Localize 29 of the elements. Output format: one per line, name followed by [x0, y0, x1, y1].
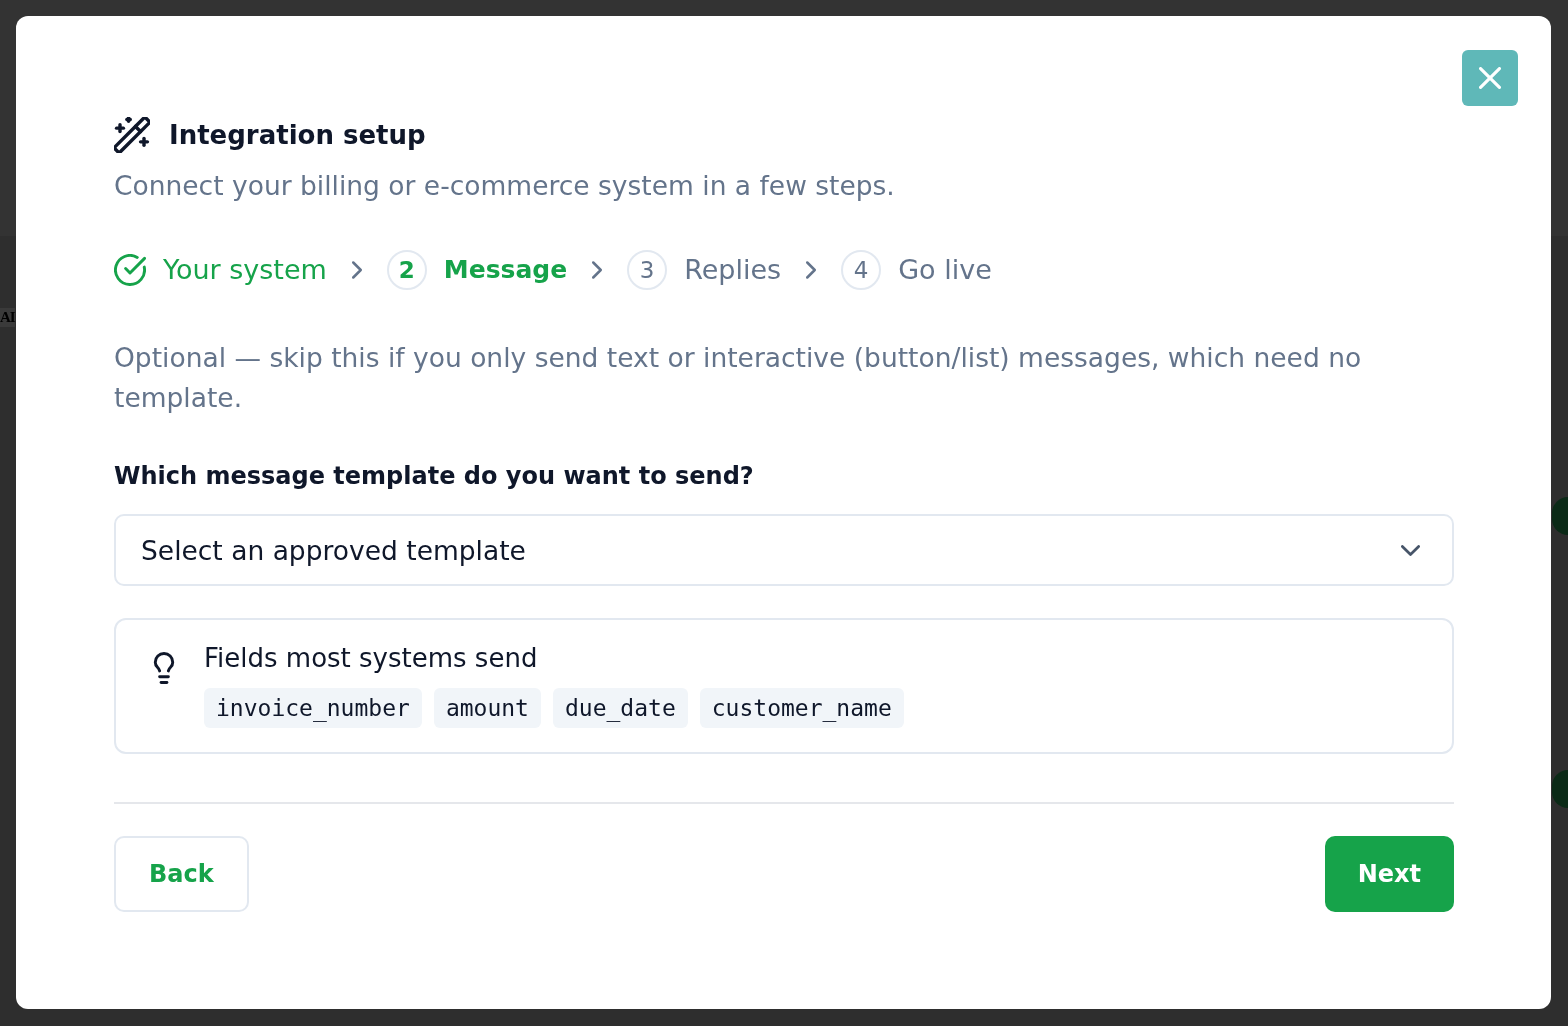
magic-wand-icon: [114, 117, 150, 153]
field-tag: invoice_number: [204, 688, 422, 728]
chevron-down-icon: [1401, 544, 1420, 556]
step-label: Your system: [163, 253, 327, 287]
next-button[interactable]: Next: [1324, 836, 1454, 912]
question-label: Which message template do you want to send?: [114, 461, 755, 492]
step-label: Message: [443, 254, 568, 286]
optional-note: Optional — skip this if you only send text or interactive (button/list) messages, which need no template.: [114, 341, 1363, 415]
dialog-title: Integration setup: [169, 119, 426, 152]
step-number: 3: [627, 250, 668, 290]
template-select[interactable]: Select an approved template: [114, 514, 1454, 586]
dialog-subtitle: Connect your billing or e-commerce system in a few steps.: [114, 169, 896, 203]
lightbulb-icon: [153, 652, 175, 684]
field-tag: due_date: [552, 688, 688, 728]
step-number: 2: [386, 250, 427, 290]
chevron-right-icon: [806, 261, 817, 279]
step-label: Replies: [684, 253, 782, 287]
background-text: AI: [0, 308, 15, 327]
hint-title: Fields most systems send: [204, 642, 539, 674]
chevron-right-icon: [351, 261, 362, 279]
close-button[interactable]: [1462, 50, 1518, 106]
chevron-right-icon: [592, 261, 603, 279]
back-button[interactable]: Back: [114, 836, 249, 912]
close-icon: [1479, 67, 1501, 89]
check-circle-icon: [114, 254, 146, 286]
step-label: Go live: [898, 253, 992, 287]
field-tag: customer_name: [699, 688, 904, 728]
step-number: 4: [841, 250, 882, 290]
field-tag: amount: [433, 688, 541, 728]
